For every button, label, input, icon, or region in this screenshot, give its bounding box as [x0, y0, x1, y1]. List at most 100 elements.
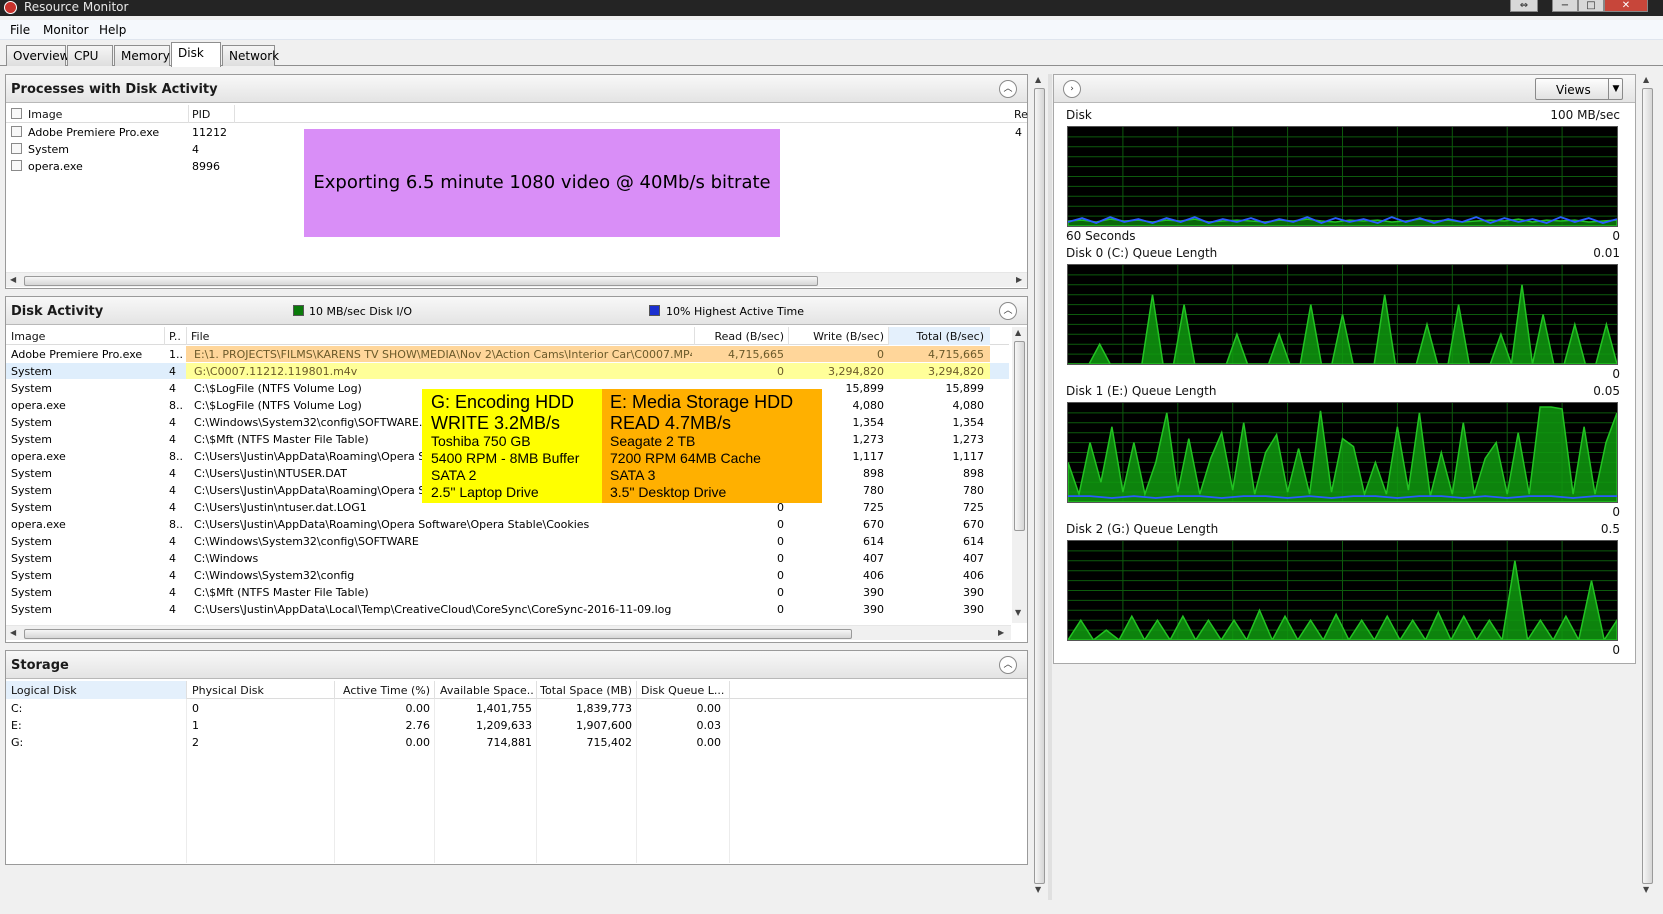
row-active-time: 0.00: [405, 702, 431, 715]
storage-row[interactable]: G: 2 0.00 714,881 715,402 0.00: [6, 734, 1027, 750]
col-disk-queue[interactable]: Disk Queue L...: [641, 684, 727, 697]
row-pid: 4: [169, 552, 176, 565]
collapse-processes-icon[interactable]: ︿: [999, 80, 1017, 98]
disk-activity-vscroll-thumb[interactable]: [1014, 341, 1025, 531]
col-total-space[interactable]: Total Space (MB): [538, 684, 632, 697]
col-pid[interactable]: PID: [192, 108, 210, 121]
disk-activity-row[interactable]: System 4 C:\$Mft (NTFS Master File Table) 0…: [6, 584, 1009, 600]
disk0-graph-title: Disk 0 (C:) Queue Length: [1066, 246, 1218, 260]
row-disk-queue: 0.03: [696, 719, 722, 732]
disk-activity-row[interactable]: System 4 C:\Windows\System32\config 0 406 406: [6, 567, 1009, 583]
process-checkbox[interactable]: [11, 126, 22, 137]
close-button[interactable]: ✕: [1604, 0, 1648, 12]
storage-panel: Storage ︿ Logical Disk Physical Disk Act…: [5, 650, 1028, 865]
col-file[interactable]: File: [191, 330, 209, 343]
row-total: 4,080: [952, 399, 985, 412]
scroll-down-icon[interactable]: ▼: [1035, 885, 1041, 894]
row-file: C:\Users\Justin\AppData\Roaming\Opera So…: [194, 518, 590, 531]
col-physical-disk[interactable]: Physical Disk: [192, 684, 264, 697]
menu-monitor[interactable]: Monitor: [43, 23, 89, 37]
disk-graph-time: 60 Seconds: [1066, 229, 1136, 243]
row-file: C:\Windows\System32\config: [194, 569, 355, 582]
right-pane-vscroll-thumb[interactable]: [1642, 88, 1653, 884]
disk-activity-row[interactable]: Adobe Premiere Pro.exe 1.. E:\1. PROJECTS\…: [6, 346, 1009, 362]
row-pid: 8..: [169, 518, 183, 531]
storage-row[interactable]: E: 1 2.76 1,209,633 1,907,600 0.03: [6, 717, 1027, 733]
row-logical-disk: E:: [11, 719, 22, 732]
col-image[interactable]: Image: [28, 108, 62, 121]
left-pane-vscroll-thumb[interactable]: [1034, 88, 1045, 884]
process-checkbox[interactable]: [11, 143, 22, 154]
tab-cpu[interactable]: CPU: [67, 45, 113, 66]
col-pid[interactable]: P..: [169, 330, 181, 343]
col-active-time[interactable]: Active Time (%): [336, 684, 430, 697]
col-image[interactable]: Image: [11, 330, 45, 343]
scroll-up-icon[interactable]: ▲: [1015, 328, 1021, 337]
tab-disk[interactable]: Disk: [171, 42, 221, 67]
maximize-button[interactable]: □: [1578, 0, 1604, 12]
collapse-storage-icon[interactable]: ︿: [999, 656, 1017, 674]
scroll-right-icon[interactable]: ▶: [1016, 275, 1022, 284]
disk-activity-row[interactable]: opera.exe 8.. C:\Users\Justin\AppData\Roam…: [6, 516, 1009, 532]
storage-panel-header[interactable]: Storage ︿: [6, 651, 1027, 679]
disk-activity-vscroll[interactable]: ▲ ▼: [1012, 327, 1027, 623]
export-annotation: Exporting 6.5 minute 1080 video @ 40Mb/s…: [304, 129, 780, 237]
menu-help[interactable]: Help: [99, 23, 126, 37]
scroll-up-icon[interactable]: ▲: [1035, 75, 1041, 84]
row-image: System: [11, 501, 53, 514]
col-logical-disk[interactable]: Logical Disk: [11, 684, 77, 697]
scroll-left-icon[interactable]: ◀: [10, 628, 16, 637]
scroll-down-icon[interactable]: ▼: [1643, 885, 1649, 894]
processes-panel: Processes with Disk Activity ︿ Image PID…: [5, 74, 1028, 289]
scroll-right-icon[interactable]: ▶: [998, 628, 1004, 637]
graph-svg: [1068, 541, 1617, 640]
row-total: 780: [963, 484, 984, 497]
row-total-space: 1,839,773: [576, 702, 632, 715]
row-image: System: [11, 467, 53, 480]
col-available-space[interactable]: Available Space...: [440, 684, 534, 697]
row-total-space: 715,402: [586, 736, 633, 749]
row-write: 407: [863, 552, 884, 565]
storage-row[interactable]: C: 0 0.00 1,401,755 1,839,773 0.00: [6, 700, 1027, 716]
processes-panel-header[interactable]: Processes with Disk Activity ︿: [6, 75, 1027, 103]
disk-activity-hscroll-thumb[interactable]: [24, 629, 852, 639]
disk2-graph-title: Disk 2 (G:) Queue Length: [1066, 522, 1219, 536]
menu-file[interactable]: File: [10, 23, 30, 37]
scroll-up-icon[interactable]: ▲: [1643, 75, 1649, 84]
row-active-time: 0.00: [405, 736, 431, 749]
pane-splitter[interactable]: [1048, 74, 1052, 900]
disk-activity-hscroll[interactable]: ◀ ▶: [6, 625, 1011, 640]
restore-layout-icon[interactable]: ⇔: [1510, 0, 1538, 12]
expand-right-icon[interactable]: ›: [1063, 80, 1081, 98]
left-pane-vscroll[interactable]: ▲ ▼: [1032, 74, 1047, 900]
tab-overview[interactable]: Overview: [6, 45, 70, 66]
col-read-bsec[interactable]: Read (B/sec): [696, 330, 784, 343]
scroll-left-icon[interactable]: ◀: [10, 275, 16, 284]
process-checkbox[interactable]: [11, 160, 22, 171]
processes-hscroll[interactable]: ◀ ▶: [6, 272, 1027, 287]
row-write: 3,294,820: [828, 365, 884, 378]
disk-activity-panel-header[interactable]: Disk Activity 10 MB/sec Disk I/O 10% Hig…: [6, 297, 1027, 325]
disk-activity-row[interactable]: System 4 G:\C0007.11212.119801.m4v 0 3,294,8…: [6, 363, 1009, 379]
views-dropdown[interactable]: Views ▼: [1535, 78, 1623, 100]
minimize-button[interactable]: −: [1552, 0, 1578, 12]
row-write: 390: [863, 586, 884, 599]
processes-hscroll-thumb[interactable]: [24, 276, 818, 286]
tab-memory[interactable]: Memory: [114, 45, 170, 66]
tab-network[interactable]: Network: [222, 45, 279, 66]
processes-panel-title: Processes with Disk Activity: [11, 82, 218, 97]
select-all-checkbox[interactable]: [11, 108, 22, 119]
col-total-bsec[interactable]: Total (B/sec): [890, 330, 984, 343]
collapse-disk-activity-icon[interactable]: ︿: [999, 302, 1017, 320]
disk-activity-row[interactable]: System 4 C:\Users\Justin\AppData\Local\Tem…: [6, 601, 1009, 617]
right-pane-vscroll[interactable]: ▲ ▼: [1640, 74, 1655, 900]
row-disk-queue: 0.00: [696, 702, 722, 715]
row-write: 0: [877, 348, 884, 361]
row-read: 0: [777, 552, 784, 565]
col-write-bsec[interactable]: Write (B/sec): [790, 330, 884, 343]
scroll-down-icon[interactable]: ▼: [1015, 608, 1021, 617]
disk-graph: [1067, 126, 1618, 227]
col-read[interactable]: Re: [1014, 108, 1028, 121]
disk-activity-row[interactable]: System 4 C:\Windows\System32\config\SOFTWA…: [6, 533, 1009, 549]
disk-activity-row[interactable]: System 4 C:\Windows 0 407 407: [6, 550, 1009, 566]
